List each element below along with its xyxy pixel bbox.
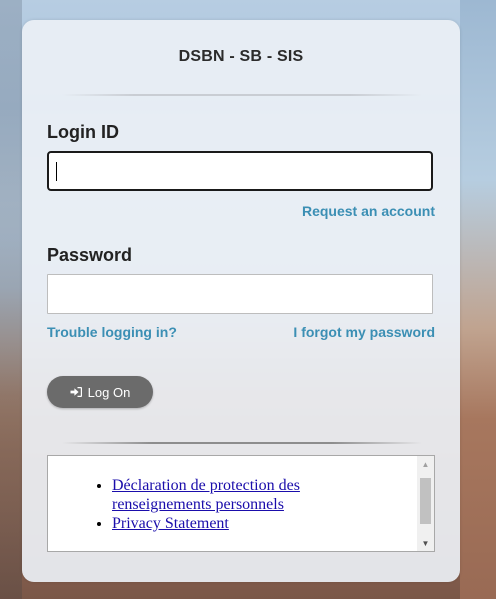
request-account-link[interactable]: Request an account: [302, 203, 435, 219]
privacy-links-list: Déclaration de protection des renseignem…: [48, 476, 398, 533]
text-caret: [56, 162, 57, 181]
background-left-strip: [0, 0, 22, 599]
log-on-label: Log On: [87, 384, 131, 400]
scroll-down-arrow-icon[interactable]: ▼: [417, 535, 434, 551]
log-on-button[interactable]: Log On: [47, 376, 153, 408]
list-item: Privacy Statement: [112, 514, 398, 533]
sign-in-icon: [70, 386, 83, 398]
background-right-strip: [460, 0, 496, 599]
scroll-up-arrow-icon[interactable]: ▲: [417, 456, 434, 472]
login-id-label: Login ID: [47, 122, 119, 142]
login-card: DSBN - SB - SIS Login ID Request an acco…: [22, 20, 460, 582]
site-title: DSBN - SB - SIS: [178, 48, 304, 65]
header-divider: [62, 94, 422, 96]
forgot-password-link[interactable]: I forgot my password: [293, 324, 435, 340]
footer-divider: [62, 442, 422, 444]
password-input[interactable]: [47, 274, 433, 314]
scroll-thumb[interactable]: [420, 478, 431, 524]
login-id-input[interactable]: [47, 151, 433, 191]
trouble-logging-in-link[interactable]: Trouble logging in?: [47, 324, 177, 340]
list-item: Déclaration de protection des renseignem…: [112, 476, 398, 514]
privacy-links-box: Déclaration de protection des renseignem…: [47, 455, 435, 552]
password-label: Password: [47, 245, 133, 265]
scrollbar[interactable]: ▲ ▼: [417, 456, 434, 551]
privacy-statement-link[interactable]: Privacy Statement: [112, 515, 229, 532]
privacy-declaration-link-fr[interactable]: Déclaration de protection des renseignem…: [112, 477, 300, 513]
